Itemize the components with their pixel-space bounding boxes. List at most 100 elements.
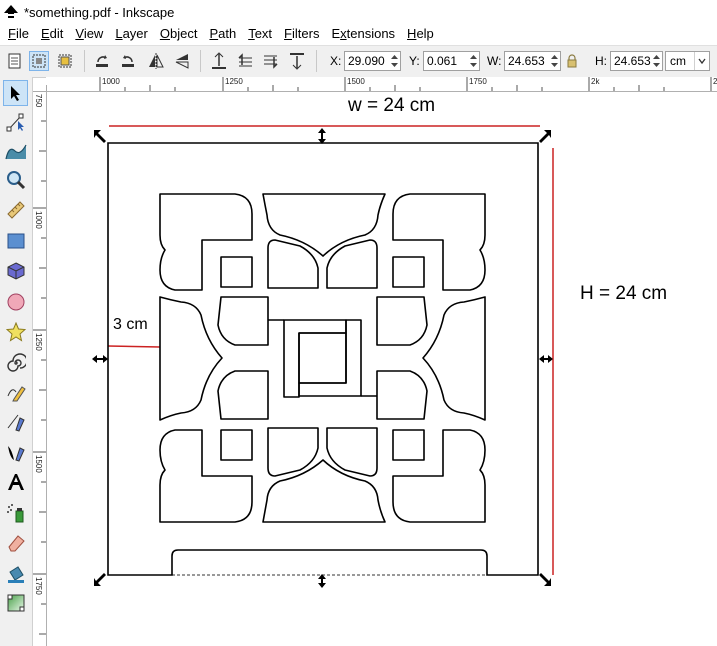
- star-icon: [5, 322, 26, 342]
- rectangle-icon: [7, 233, 24, 249]
- raise-button[interactable]: [235, 51, 255, 71]
- 3d-box-tool[interactable]: [3, 258, 28, 284]
- menu-filters[interactable]: Filters: [278, 24, 325, 44]
- pencil-tool[interactable]: [3, 379, 28, 405]
- raise-icon: [238, 53, 252, 67]
- zoom-tool[interactable]: [3, 167, 28, 193]
- lattice-pattern: [159, 193, 486, 523]
- y-value: 0.061: [427, 54, 458, 68]
- node-edit-icon: [6, 113, 24, 132]
- ruler-icon: [6, 201, 25, 219]
- spin-arrows-icon[interactable]: [652, 53, 661, 69]
- w-value: 24.653: [508, 54, 545, 68]
- ruler-label: 750: [34, 94, 43, 108]
- rotate-cw-button[interactable]: [118, 51, 138, 71]
- y-input[interactable]: 0.061: [423, 51, 480, 71]
- resize-handle-w: [92, 355, 108, 363]
- calligraphy-tool[interactable]: [3, 439, 28, 465]
- vertical-ruler-ticks: [33, 91, 46, 635]
- eraser-tool[interactable]: [3, 530, 28, 556]
- resize-handle-e: [539, 355, 553, 363]
- menu-text[interactable]: Text: [242, 24, 278, 44]
- spray-can-icon: [6, 504, 23, 523]
- lower-button[interactable]: [261, 51, 281, 71]
- flip-vertical-icon: [175, 54, 189, 69]
- paint-bucket-tool[interactable]: [3, 561, 28, 587]
- selector-tool[interactable]: [3, 80, 28, 106]
- height-input[interactable]: 24.653: [610, 51, 663, 71]
- ruler-label: 1250: [225, 77, 243, 86]
- horizontal-ruler[interactable]: 1000 1250 1500 1750 2k 2250: [46, 77, 717, 92]
- ruler-label: 1500: [34, 455, 43, 473]
- outer-outline-shape: [107, 142, 539, 576]
- ruler-label: 1500: [347, 77, 365, 86]
- x-input[interactable]: 29.090: [344, 51, 401, 71]
- select-layers-icon: [32, 54, 46, 68]
- ruler-label: 2250: [713, 77, 717, 86]
- selection-bbox: [107, 142, 539, 576]
- lower-to-bottom-button[interactable]: [287, 51, 307, 71]
- raise-to-top-button[interactable]: [209, 51, 229, 71]
- select-all-button[interactable]: [5, 51, 25, 71]
- x-label: X:: [330, 54, 342, 68]
- tweak-wave-icon: [4, 144, 27, 160]
- pen-tool[interactable]: [3, 409, 28, 435]
- spray-tool[interactable]: [3, 500, 28, 526]
- flip-horizontal-button[interactable]: [146, 51, 166, 71]
- drawing-canvas[interactable]: w = 24 cm H = 24 cm 3 cm: [47, 92, 717, 646]
- gradient-icon: [7, 594, 24, 612]
- spin-arrows-icon[interactable]: [469, 53, 478, 69]
- rotate-ccw-button[interactable]: [92, 51, 112, 71]
- title-bar: *something.pdf - Inkscape: [0, 0, 717, 24]
- rectangle-tool[interactable]: [3, 228, 28, 254]
- menu-extensions[interactable]: Extensions: [325, 24, 401, 44]
- spiral-icon: [6, 353, 26, 372]
- menu-path[interactable]: Path: [203, 24, 242, 44]
- flip-vertical-button[interactable]: [172, 51, 192, 71]
- star-tool[interactable]: [3, 319, 28, 345]
- toolbox: [0, 77, 33, 646]
- tweak-tool[interactable]: [3, 138, 28, 164]
- height-annotation: H = 24 cm: [580, 283, 668, 304]
- horizontal-ruler-ticks: [46, 77, 712, 91]
- rotate-cw-icon: [122, 55, 134, 67]
- chevron-down-icon[interactable]: [694, 52, 709, 70]
- menu-help[interactable]: Help: [401, 24, 440, 44]
- measure-tool[interactable]: [3, 197, 28, 223]
- cube-icon: [7, 262, 24, 280]
- ruler-label: 1000: [102, 77, 120, 86]
- text-tool[interactable]: [3, 469, 28, 495]
- menu-view[interactable]: View: [69, 24, 109, 44]
- resize-handle-se: [539, 573, 551, 586]
- eraser-icon: [7, 535, 25, 552]
- menu-object[interactable]: Object: [154, 24, 204, 44]
- calligraphy-icon: [7, 446, 25, 462]
- select-all-layers-button[interactable]: [29, 51, 49, 71]
- vertical-ruler[interactable]: 750 1000 1250 1500 1750: [33, 91, 47, 646]
- margin-annotation: 3 cm: [113, 316, 148, 333]
- ruler-label: 1750: [34, 577, 43, 595]
- resize-handle-nw: [94, 130, 106, 143]
- inkscape-logo-icon: [4, 5, 18, 18]
- width-input[interactable]: 24.653: [504, 51, 561, 71]
- toolbar-separator: [84, 50, 85, 72]
- deselect-button[interactable]: [55, 51, 75, 71]
- spiral-tool[interactable]: [3, 350, 28, 376]
- lock-ratio-icon[interactable]: [567, 54, 577, 68]
- gradient-tool[interactable]: [3, 590, 28, 616]
- menu-file[interactable]: File: [0, 24, 35, 44]
- rotate-ccw-icon: [96, 55, 108, 67]
- unit-select[interactable]: cm: [665, 51, 710, 71]
- ruler-label: 1250: [34, 333, 43, 351]
- node-tool[interactable]: [3, 109, 28, 135]
- text-a-icon: [7, 474, 24, 490]
- selection-handles[interactable]: [92, 128, 553, 588]
- spin-arrows-icon[interactable]: [390, 53, 399, 69]
- raise-to-top-icon: [212, 52, 226, 69]
- spin-arrows-icon[interactable]: [550, 53, 559, 69]
- ellipse-tool[interactable]: [3, 289, 28, 315]
- menu-layer[interactable]: Layer: [109, 24, 154, 44]
- canvas-drawing: [92, 125, 554, 588]
- h-label: H:: [595, 54, 607, 68]
- menu-edit[interactable]: Edit: [35, 24, 69, 44]
